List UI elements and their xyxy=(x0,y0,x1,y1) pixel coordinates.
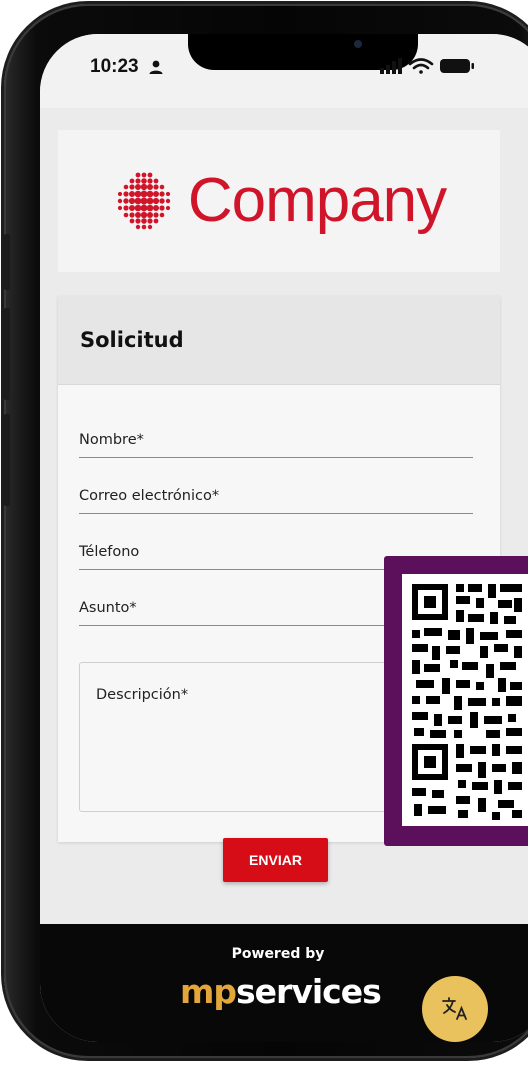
camera-icon xyxy=(354,40,362,48)
brand-services: services xyxy=(236,972,382,1011)
qr-code-background xyxy=(402,574,528,826)
mpservices-logo: mpservices xyxy=(180,972,382,1011)
status-icons xyxy=(380,58,474,74)
company-logo: Company xyxy=(58,130,500,272)
descripcion-placeholder: Descripción* xyxy=(96,687,189,703)
form-header: Solicitud xyxy=(58,296,500,385)
battery-icon xyxy=(440,59,474,73)
qr-code-icon xyxy=(412,584,522,820)
qr-code-panel xyxy=(384,556,528,846)
footer: Powered by mpservices xyxy=(40,924,528,1042)
nombre-field[interactable]: Nombre* xyxy=(79,432,473,458)
logo-dots-icon xyxy=(117,172,171,230)
email-field[interactable]: Correo electrónico* xyxy=(79,488,473,514)
volume-up-button xyxy=(4,308,10,400)
wifi-icon xyxy=(408,58,434,74)
person-icon xyxy=(149,60,163,74)
brand-mp: mp xyxy=(180,972,237,1011)
translate-icon xyxy=(442,997,467,1020)
phone-frame: 10:23 Company Solicitud Nombre* Correo e… xyxy=(4,4,528,1058)
translate-button[interactable] xyxy=(422,976,488,1042)
volume-down-button xyxy=(4,414,10,506)
status-time: 10:23 xyxy=(90,56,139,77)
screen: 10:23 Company Solicitud Nombre* Correo e… xyxy=(40,34,528,1042)
mute-switch xyxy=(4,234,10,290)
form-title: Solicitud xyxy=(80,328,184,352)
descripcion-textarea[interactable]: Descripción* xyxy=(79,662,431,812)
send-button[interactable]: ENVIAR xyxy=(223,838,328,882)
signal-icon xyxy=(380,58,402,74)
powered-by-label: Powered by xyxy=(231,946,325,962)
logo-text: Company xyxy=(187,166,447,235)
status-bar: 10:23 xyxy=(40,34,528,108)
